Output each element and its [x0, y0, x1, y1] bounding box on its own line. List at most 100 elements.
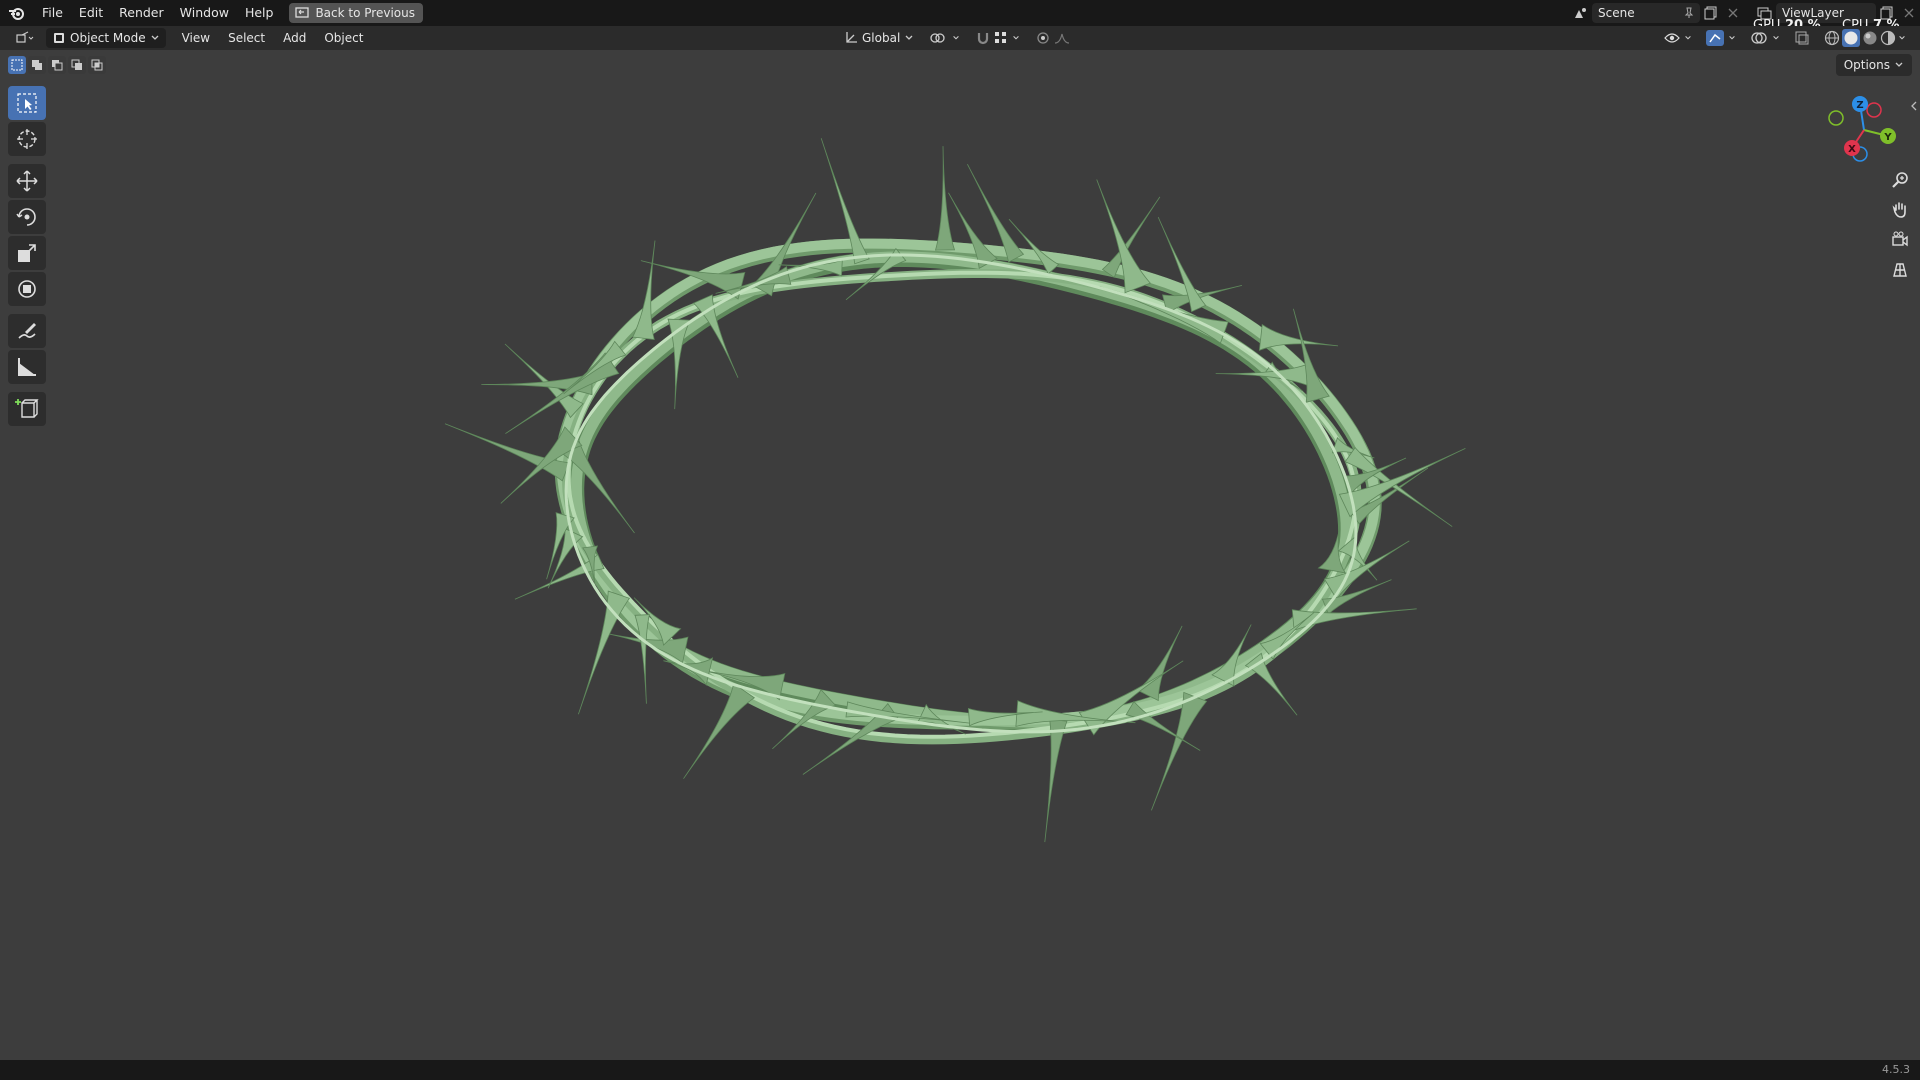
zoom-icon [1891, 171, 1909, 189]
overlays-toggle[interactable] [1744, 28, 1786, 48]
menu-window[interactable]: Window [172, 0, 237, 26]
select-intersect-icon[interactable] [88, 56, 106, 74]
chevron-down-icon [904, 34, 914, 42]
cursor-tool[interactable] [8, 122, 46, 156]
chevron-down-icon [1012, 34, 1020, 42]
transform-orientation-selector[interactable]: Global [838, 28, 920, 48]
proportional-editing-toggle[interactable] [1030, 28, 1080, 48]
back-label: Back to Previous [315, 6, 415, 20]
menu-help[interactable]: Help [237, 0, 282, 26]
scale-icon [15, 241, 39, 265]
menu-add[interactable]: Add [277, 28, 312, 48]
falloff-icon[interactable] [1054, 31, 1074, 45]
navigation-gizmo[interactable]: Z Y X [1818, 92, 1908, 172]
select-new-icon[interactable] [8, 56, 26, 74]
add-cube-icon [15, 397, 39, 421]
menu-object[interactable]: Object [318, 28, 369, 48]
xray-icon [1794, 30, 1810, 46]
xray-toggle[interactable] [1788, 28, 1816, 48]
close-viewlayer-icon[interactable] [1898, 3, 1920, 23]
blender-logo-icon[interactable] [0, 0, 34, 26]
navigation-tools [1888, 168, 1912, 282]
proportional-icon [1036, 31, 1050, 45]
chevron-left-icon [1910, 100, 1918, 112]
perspective-toggle-button[interactable] [1888, 258, 1912, 282]
pan-button[interactable] [1888, 198, 1912, 222]
mode-selector[interactable]: Object Mode [46, 28, 166, 48]
menu-view[interactable]: View [176, 28, 216, 48]
select-extend-icon[interactable] [28, 56, 46, 74]
transform-tool[interactable] [8, 272, 46, 306]
select-box-tool[interactable] [8, 86, 46, 120]
gizmo-toggle[interactable] [1700, 28, 1742, 48]
y-axis-label: Y [1883, 132, 1892, 143]
camera-icon [1891, 231, 1909, 249]
magnet-icon [976, 31, 990, 45]
annotate-tool[interactable] [8, 314, 46, 348]
options-button[interactable]: Options [1835, 54, 1912, 76]
back-to-previous-button[interactable]: Back to Previous [289, 3, 423, 23]
visibility-button[interactable] [1658, 28, 1698, 48]
camera-view-button[interactable] [1888, 228, 1912, 252]
chevron-down-icon [1728, 34, 1736, 42]
mode-label: Object Mode [70, 31, 146, 45]
solid-shading-icon[interactable] [1842, 29, 1860, 47]
viewport-header: Object Mode View Select Add Object Globa… [0, 26, 1920, 50]
grid-icon [1891, 261, 1909, 279]
rendered-shading-icon[interactable] [1880, 30, 1896, 46]
hand-icon [1891, 201, 1909, 219]
select-invert-icon[interactable] [68, 56, 86, 74]
tool-shelf [8, 86, 48, 428]
status-bar: 4.5.3 [0, 1060, 1920, 1080]
pivot-point-button[interactable] [924, 28, 966, 48]
rotate-icon [15, 205, 39, 229]
selection-mode-buttons [8, 56, 106, 74]
shading-modes [1818, 28, 1912, 48]
menu-select[interactable]: Select [222, 28, 271, 48]
move-icon [15, 169, 39, 193]
menu-file[interactable]: File [34, 0, 71, 26]
transform-icon [15, 277, 39, 301]
add-cube-tool[interactable] [8, 392, 46, 426]
select-subtract-icon[interactable] [48, 56, 66, 74]
editor-type-button[interactable] [10, 28, 40, 48]
options-label: Options [1843, 58, 1890, 72]
zoom-button[interactable] [1888, 168, 1912, 192]
material-shading-icon[interactable] [1862, 30, 1878, 46]
sidebar-toggle[interactable] [1910, 100, 1918, 112]
scale-tool[interactable] [8, 236, 46, 270]
move-tool[interactable] [8, 164, 46, 198]
neg-x-axis-icon[interactable] [1866, 102, 1882, 118]
editor-type-icon [16, 31, 34, 45]
chevron-down-icon [952, 34, 960, 42]
z-axis-label: Z [1856, 100, 1863, 111]
measure-icon [15, 355, 39, 379]
pin-icon[interactable] [1684, 7, 1694, 19]
pivot-icon [930, 31, 948, 45]
version-label: 4.5.3 [1882, 1063, 1910, 1076]
annotate-icon [15, 319, 39, 343]
snap-grid-icon[interactable] [994, 31, 1008, 45]
measure-tool[interactable] [8, 350, 46, 384]
wireframe-shading-icon[interactable] [1824, 30, 1840, 46]
scene-icon[interactable] [1570, 3, 1592, 23]
3d-viewport[interactable] [0, 50, 1920, 1060]
cursor-icon [15, 127, 39, 151]
chevron-down-icon [1894, 61, 1904, 69]
neg-y-axis-icon[interactable] [1828, 110, 1844, 126]
menu-render[interactable]: Render [111, 0, 172, 26]
snap-toggle[interactable] [970, 28, 1026, 48]
menu-edit[interactable]: Edit [71, 0, 111, 26]
chevron-down-icon [1772, 34, 1780, 42]
close-scene-icon[interactable] [1722, 3, 1744, 23]
orientation-icon [844, 31, 858, 45]
chevron-down-icon[interactable] [1898, 34, 1906, 42]
object-mode-icon [52, 31, 66, 45]
scene-name: Scene [1598, 6, 1635, 20]
rotate-tool[interactable] [8, 200, 46, 234]
eye-icon [1664, 32, 1680, 44]
orientation-label: Global [862, 31, 901, 45]
chevron-down-icon [150, 34, 160, 42]
new-scene-icon[interactable] [1700, 3, 1722, 23]
scene-selector[interactable]: Scene [1592, 3, 1700, 23]
